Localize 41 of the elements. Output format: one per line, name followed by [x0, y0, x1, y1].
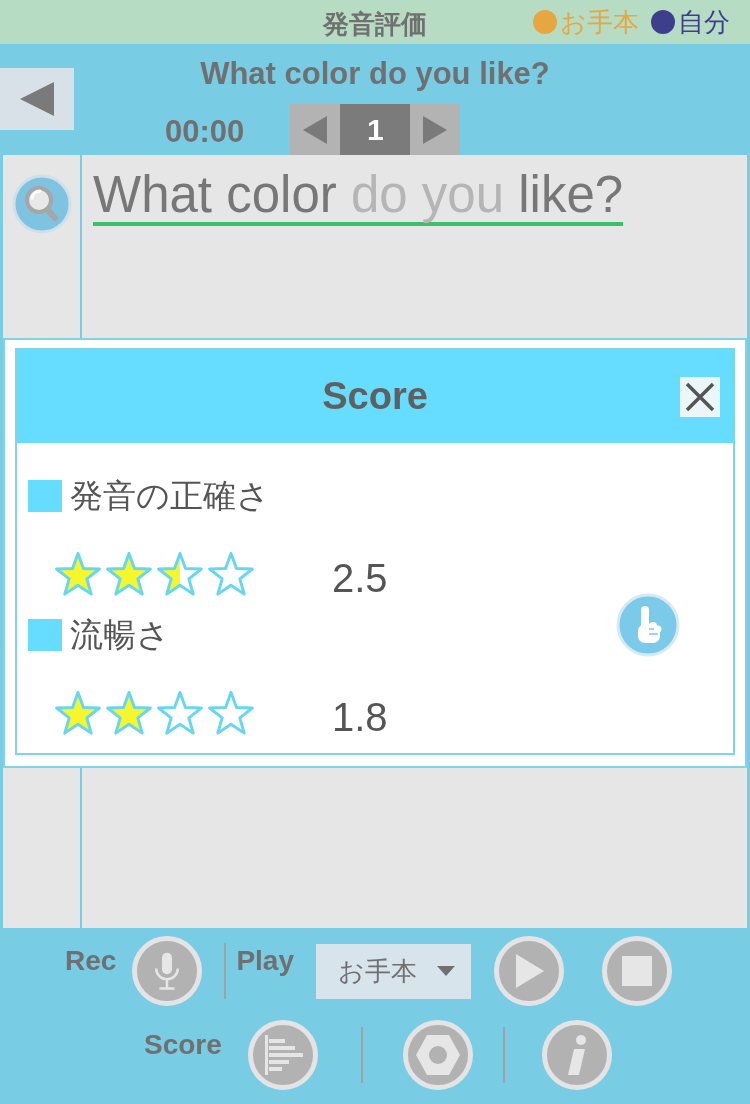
- score-caption: Score: [144, 1029, 222, 1061]
- page-number: 1: [340, 104, 411, 155]
- magnifier-icon[interactable]: [11, 174, 72, 234]
- caret-down-icon: [437, 966, 455, 976]
- star-icon: [208, 690, 254, 735]
- info-icon: [565, 1035, 588, 1075]
- timer: 00:00: [165, 113, 245, 150]
- criterion-label: 発音の正確さ: [70, 475, 270, 516]
- hexagon-nut-icon: [415, 1035, 460, 1075]
- score-value: 2.5: [332, 556, 388, 601]
- star-icon: [106, 551, 152, 596]
- pointing-hand-icon[interactable]: [616, 593, 680, 657]
- previous-button[interactable]: [290, 104, 341, 155]
- star-icon: [157, 690, 203, 735]
- star-icon: [55, 690, 101, 735]
- star-icon: [106, 690, 152, 735]
- question-title: What color do you like?: [200, 56, 550, 92]
- voice-dropdown[interactable]: お手本: [316, 943, 471, 999]
- play-label: Play: [236, 945, 294, 977]
- bar-chart-icon: [262, 1035, 303, 1075]
- record-label: Rec: [65, 945, 117, 977]
- play-icon: [514, 954, 544, 988]
- criterion-label: 流暢さ: [70, 614, 170, 655]
- legend-label: お手本: [560, 5, 639, 39]
- screen-title: 発音評価: [323, 7, 427, 41]
- next-button[interactable]: [410, 104, 461, 155]
- score-value: 1.8: [332, 695, 388, 740]
- square-icon: [28, 480, 62, 512]
- star-icon: [208, 551, 254, 596]
- right-triangle-icon: [423, 115, 448, 144]
- star-icon: [55, 551, 101, 596]
- legend-label: 自分: [678, 5, 730, 39]
- close-icon: [685, 381, 715, 412]
- close-button[interactable]: [680, 376, 720, 417]
- stop-icon: [622, 956, 652, 986]
- back-button[interactable]: [0, 68, 74, 130]
- star-icon: [157, 551, 203, 596]
- dialog-title: Score: [322, 375, 428, 418]
- square-icon: [28, 619, 62, 651]
- left-triangle-icon: [20, 82, 54, 116]
- left-triangle-icon: [303, 115, 328, 144]
